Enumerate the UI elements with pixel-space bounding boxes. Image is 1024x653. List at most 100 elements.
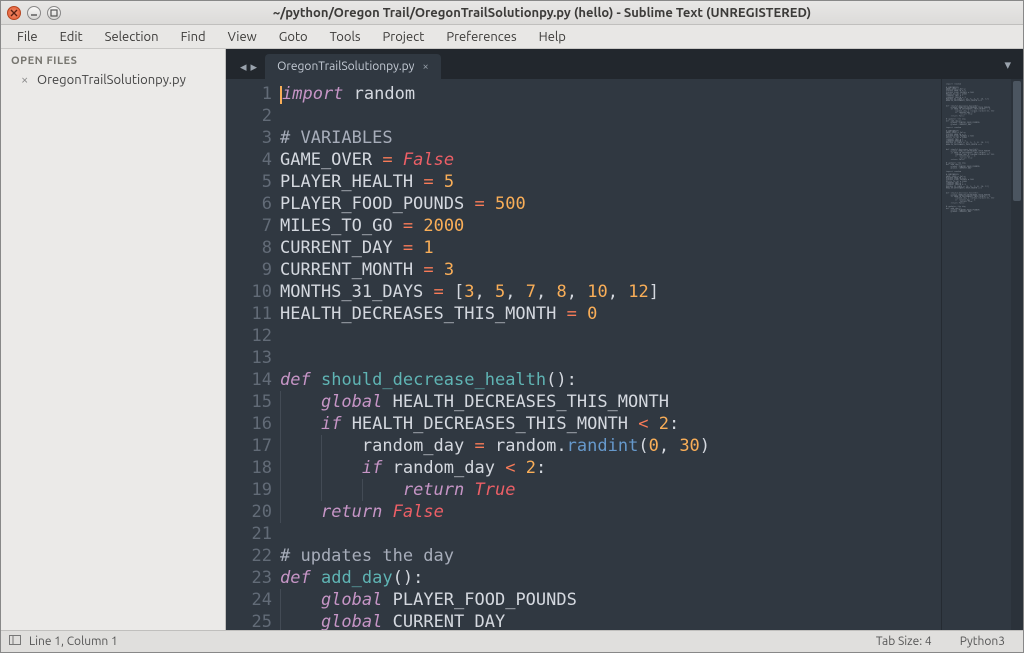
status-position: Line 1, Column 1: [29, 635, 118, 648]
open-file-item[interactable]: × OregonTrailSolutionpy.py: [1, 71, 225, 89]
open-files-header: OPEN FILES: [1, 49, 225, 71]
menu-project[interactable]: Project: [373, 27, 435, 47]
code-line[interactable]: MILES_TO_GO = 2000: [280, 215, 941, 237]
menu-goto[interactable]: Goto: [269, 27, 318, 47]
line-number: 5: [226, 171, 272, 193]
indent-guide: [280, 501, 281, 523]
status-syntax[interactable]: Python3: [950, 635, 1015, 648]
code-line[interactable]: import random: [280, 83, 941, 105]
menu-view[interactable]: View: [218, 27, 267, 47]
editor-pane: ◂ ▸ OregonTrailSolutionpy.py × ▾ 1234567…: [226, 49, 1023, 630]
history-back-icon[interactable]: ◂: [240, 60, 247, 75]
code-line[interactable]: def should_decrease_health():: [280, 369, 941, 391]
menubar: FileEditSelectionFindViewGotoToolsProjec…: [1, 25, 1023, 49]
main-area: OPEN FILES × OregonTrailSolutionpy.py ◂ ▸…: [1, 49, 1023, 630]
menu-selection[interactable]: Selection: [95, 27, 169, 47]
line-number: 10: [226, 281, 272, 303]
indent-guide: [321, 479, 322, 501]
tab-active[interactable]: OregonTrailSolutionpy.py ×: [265, 54, 441, 79]
code-line[interactable]: global CURRENT_DAY: [280, 611, 941, 630]
gutter: 1234567891011121314151617181920212223242…: [226, 79, 280, 630]
window-title: ~/python/Oregon Trail/OregonTrailSolutio…: [67, 6, 1017, 20]
code-line[interactable]: MONTHS_31_DAYS = [3, 5, 7, 8, 10, 12]: [280, 281, 941, 303]
titlebar: ~/python/Oregon Trail/OregonTrailSolutio…: [1, 1, 1023, 25]
indent-guide: [280, 479, 281, 501]
panel-switch-icon[interactable]: [9, 634, 21, 649]
code-line[interactable]: CURRENT_MONTH = 3: [280, 259, 941, 281]
menu-help[interactable]: Help: [529, 27, 576, 47]
editor-body[interactable]: 1234567891011121314151617181920212223242…: [226, 79, 1023, 630]
code-line[interactable]: [280, 325, 941, 347]
indent-guide: [280, 611, 281, 630]
code-line[interactable]: if random_day < 2:: [280, 457, 941, 479]
scroll-thumb[interactable]: [1013, 81, 1021, 201]
menu-file[interactable]: File: [7, 27, 48, 47]
code-line[interactable]: PLAYER_FOOD_POUNDS = 500: [280, 193, 941, 215]
code-line[interactable]: return False: [280, 501, 941, 523]
close-icon[interactable]: [7, 6, 21, 20]
line-number: 25: [226, 611, 272, 630]
code-line[interactable]: GAME_OVER = False: [280, 149, 941, 171]
code-line[interactable]: def add_day():: [280, 567, 941, 589]
menu-edit[interactable]: Edit: [50, 27, 93, 47]
line-number: 16: [226, 413, 272, 435]
line-number: 9: [226, 259, 272, 281]
line-number: 11: [226, 303, 272, 325]
line-number: 21: [226, 523, 272, 545]
line-number: 13: [226, 347, 272, 369]
line-number: 7: [226, 215, 272, 237]
code-line[interactable]: # updates the day: [280, 545, 941, 567]
tab-close-icon[interactable]: ×: [422, 61, 428, 73]
line-number: 2: [226, 105, 272, 127]
code-line[interactable]: if HEALTH_DECREASES_THIS_MONTH < 2:: [280, 413, 941, 435]
line-number: 18: [226, 457, 272, 479]
window-buttons: [7, 6, 61, 20]
code-line[interactable]: # VARIABLES: [280, 127, 941, 149]
indent-guide: [280, 457, 281, 479]
vertical-scrollbar[interactable]: [1011, 79, 1023, 630]
tab-label: OregonTrailSolutionpy.py: [277, 60, 414, 73]
line-number: 19: [226, 479, 272, 501]
code-line[interactable]: [280, 347, 941, 369]
menu-preferences[interactable]: Preferences: [436, 27, 526, 47]
history-forward-icon[interactable]: ▸: [251, 60, 258, 75]
line-number: 14: [226, 369, 272, 391]
code-line[interactable]: global PLAYER_FOOD_POUNDS: [280, 589, 941, 611]
open-file-label: OregonTrailSolutionpy.py: [37, 73, 186, 87]
line-number: 15: [226, 391, 272, 413]
code-line[interactable]: HEALTH_DECREASES_THIS_MONTH = 0: [280, 303, 941, 325]
minimap[interactable]: import random # VARIABLES GAME_OVER = Fa…: [941, 79, 1011, 630]
line-number: 1: [226, 83, 272, 105]
line-number: 22: [226, 545, 272, 567]
code-line[interactable]: [280, 105, 941, 127]
line-number: 4: [226, 149, 272, 171]
code-line[interactable]: [280, 523, 941, 545]
sidebar: OPEN FILES × OregonTrailSolutionpy.py: [1, 49, 226, 630]
indent-guide: [280, 435, 281, 457]
indent-guide: [280, 413, 281, 435]
code-line[interactable]: random_day = random.randint(0, 30): [280, 435, 941, 457]
app-window: ~/python/Oregon Trail/OregonTrailSolutio…: [0, 0, 1024, 653]
indent-guide: [321, 457, 322, 479]
indent-guide: [362, 479, 363, 501]
code-area[interactable]: import random # VARIABLESGAME_OVER = Fals…: [280, 79, 941, 630]
code-line[interactable]: global HEALTH_DECREASES_THIS_MONTH: [280, 391, 941, 413]
tab-overflow-icon[interactable]: ▾: [992, 52, 1023, 79]
maximize-icon[interactable]: [47, 6, 61, 20]
code-line[interactable]: PLAYER_HEALTH = 5: [280, 171, 941, 193]
code-line[interactable]: return True: [280, 479, 941, 501]
status-tabsize[interactable]: Tab Size: 4: [866, 635, 942, 648]
code-line[interactable]: CURRENT_DAY = 1: [280, 237, 941, 259]
minimize-icon[interactable]: [27, 6, 41, 20]
tabbar: ◂ ▸ OregonTrailSolutionpy.py × ▾: [226, 49, 1023, 79]
statusbar: Line 1, Column 1 Tab Size: 4 Python3: [1, 630, 1023, 652]
menu-tools[interactable]: Tools: [320, 27, 371, 47]
line-number: 3: [226, 127, 272, 149]
indent-guide: [280, 391, 281, 413]
menu-find[interactable]: Find: [171, 27, 216, 47]
indent-guide: [321, 435, 322, 457]
line-number: 24: [226, 589, 272, 611]
line-number: 12: [226, 325, 272, 347]
line-number: 8: [226, 237, 272, 259]
close-file-icon[interactable]: ×: [21, 73, 31, 87]
